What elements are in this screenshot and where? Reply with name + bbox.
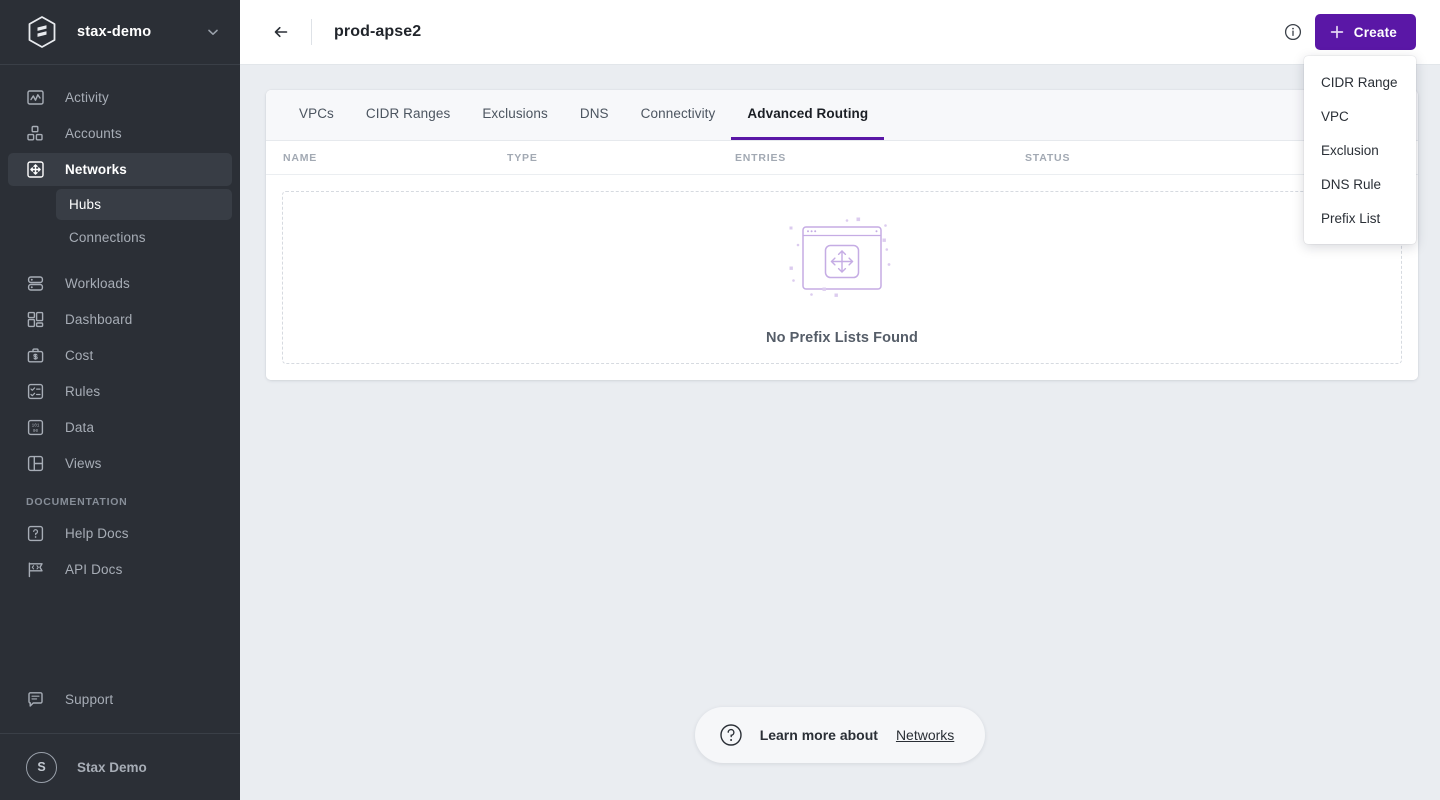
dashboard-layout-icon	[26, 310, 45, 329]
workloads-server-icon	[26, 274, 45, 293]
sidebar-item-label: Activity	[65, 90, 109, 105]
toast-text: Learn more about	[759, 727, 878, 743]
sidebar-item-label: Rules	[65, 384, 101, 399]
column-header-entries: ENTRIES	[735, 151, 787, 164]
plus-icon	[1329, 24, 1345, 40]
create-button[interactable]: Create	[1314, 14, 1416, 50]
dropdown-item-vpc[interactable]: VPC	[1304, 99, 1416, 133]
toast-link-networks[interactable]: Networks	[896, 727, 954, 743]
sidebar-item-accounts[interactable]: Accounts	[8, 117, 232, 150]
main-area: prod-apse2 Create VPCs CIDR Ranges Exclu…	[240, 0, 1440, 800]
tab-advanced-routing[interactable]: Advanced Routing	[731, 90, 885, 140]
tab-cidr-ranges[interactable]: CIDR Ranges	[350, 90, 466, 140]
svg-text:00: 00	[33, 429, 39, 434]
stax-hexagon-logo-icon	[26, 15, 58, 49]
table-header-row: NAME TYPE ENTRIES STATUS	[266, 141, 1418, 175]
column-header-name: NAME	[283, 151, 318, 164]
dropdown-item-dns-rule[interactable]: DNS Rule	[1304, 167, 1416, 201]
sidebar-item-label: Accounts	[65, 126, 122, 141]
sidebar-item-help-docs[interactable]: Help Docs	[8, 517, 232, 550]
info-circle-icon[interactable]	[1280, 19, 1306, 45]
empty-state-message: No Prefix Lists Found	[766, 330, 918, 346]
advanced-routing-card: VPCs CIDR Ranges Exclusions DNS Connecti…	[266, 90, 1418, 380]
tab-vpcs[interactable]: VPCs	[283, 90, 350, 140]
org-name: stax-demo	[77, 24, 152, 40]
sidebar-item-label: Dashboard	[65, 312, 133, 327]
sidebar-item-cost[interactable]: Cost	[8, 339, 232, 372]
header-divider	[311, 19, 312, 45]
networks-move-icon	[26, 160, 45, 179]
sidebar-subitem-label: Hubs	[69, 197, 102, 212]
help-question-icon	[26, 524, 45, 543]
tab-bar: VPCs CIDR Ranges Exclusions DNS Connecti…	[266, 90, 1418, 141]
empty-state: No Prefix Lists Found	[282, 191, 1402, 364]
sidebar-item-label: API Docs	[65, 562, 123, 577]
rules-checklist-icon	[26, 382, 45, 401]
api-code-flag-icon	[26, 560, 45, 579]
tab-exclusions[interactable]: Exclusions	[466, 90, 564, 140]
sidebar-item-support[interactable]: Support	[8, 683, 232, 716]
empty-window-move-illustration-icon	[767, 209, 917, 321]
sidebar-item-activity[interactable]: Activity	[8, 81, 232, 114]
sidebar-item-label: Views	[65, 456, 102, 471]
sidebar-item-data[interactable]: 101 00 Data	[8, 411, 232, 444]
sidebar-item-api-docs[interactable]: API Docs	[8, 553, 232, 586]
sidebar-item-label: Data	[65, 420, 95, 435]
sidebar-footer: Support S Stax Demo	[0, 683, 240, 800]
sidebar-subitem-label: Connections	[69, 230, 146, 245]
create-button-label: Create	[1353, 24, 1397, 40]
user-account-row[interactable]: S Stax Demo	[0, 733, 240, 800]
org-switcher[interactable]: stax-demo	[0, 0, 240, 65]
avatar: S	[26, 751, 57, 783]
sidebar-item-label: Networks	[65, 162, 127, 177]
dropdown-item-cidr-range[interactable]: CIDR Range	[1304, 65, 1416, 99]
topbar: prod-apse2 Create	[240, 0, 1440, 65]
question-circle-icon	[718, 722, 744, 748]
dropdown-item-prefix-list[interactable]: Prefix List	[1304, 201, 1416, 235]
sidebar-item-label: Cost	[65, 348, 94, 363]
create-dropdown-menu: CIDR Range VPC Exclusion DNS Rule Prefix…	[1304, 56, 1416, 244]
svg-text:101: 101	[32, 424, 40, 429]
dropdown-item-exclusion[interactable]: Exclusion	[1304, 133, 1416, 167]
sidebar-item-rules[interactable]: Rules	[8, 375, 232, 408]
tab-dns[interactable]: DNS	[564, 90, 625, 140]
sidebar-item-label: Support	[65, 692, 114, 707]
sidebar-item-workloads[interactable]: Workloads	[8, 267, 232, 300]
sidebar: stax-demo Activity Accounts Networks Hub…	[0, 0, 240, 800]
support-chat-icon	[26, 690, 45, 709]
tab-connectivity[interactable]: Connectivity	[625, 90, 732, 140]
app-root: stax-demo Activity Accounts Networks Hub…	[0, 0, 1440, 800]
content-area: VPCs CIDR Ranges Exclusions DNS Connecti…	[240, 65, 1440, 800]
sidebar-item-hubs[interactable]: Hubs	[56, 189, 232, 220]
accounts-grid-icon	[26, 124, 45, 143]
sidebar-item-networks[interactable]: Networks	[8, 153, 232, 186]
column-header-type: TYPE	[507, 151, 538, 164]
learn-more-toast[interactable]: Learn more about Networks	[694, 707, 986, 763]
chevron-down-icon[interactable]	[206, 25, 220, 39]
sidebar-nav: Activity Accounts Networks Hubs Connecti…	[0, 65, 240, 683]
documentation-section-label: DOCUMENTATION	[26, 496, 128, 508]
cost-briefcase-icon	[26, 346, 45, 365]
activity-chart-icon	[26, 88, 45, 107]
sidebar-item-connections[interactable]: Connections	[56, 222, 232, 253]
empty-state-wrapper: No Prefix Lists Found	[266, 175, 1418, 380]
page-title: prod-apse2	[334, 23, 422, 40]
data-binary-icon: 101 00	[26, 418, 45, 437]
arrow-left-icon[interactable]	[266, 17, 296, 47]
views-panel-icon	[26, 454, 45, 473]
sidebar-item-views[interactable]: Views	[8, 447, 232, 480]
sidebar-item-label: Workloads	[65, 276, 130, 291]
user-name: Stax Demo	[77, 759, 147, 775]
sidebar-item-label: Help Docs	[65, 526, 129, 541]
sidebar-item-dashboard[interactable]: Dashboard	[8, 303, 232, 336]
